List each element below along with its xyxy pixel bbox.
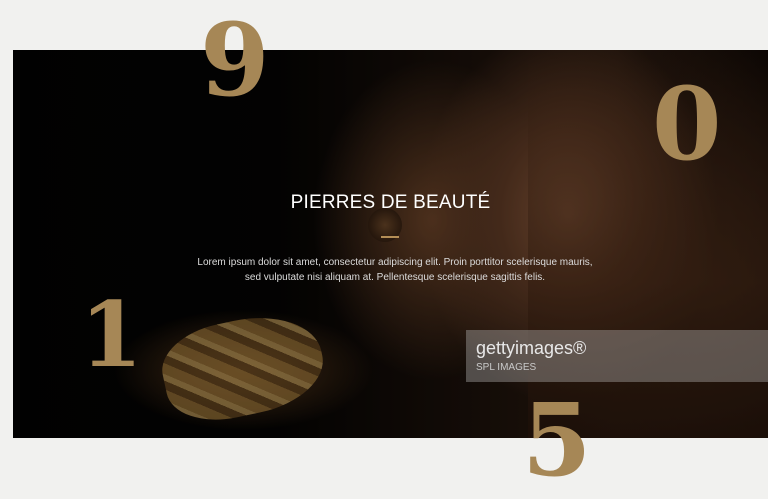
hero-description: Lorem ipsum dolor sit amet, consectetur …: [197, 257, 593, 283]
getty-credit: SPL IMAGES: [476, 362, 537, 373]
decorative-number-5: 5: [522, 381, 592, 499]
hero-title: PIERRES DE BEAUTÉ: [290, 192, 491, 213]
getty-logo: gettyimages®: [476, 338, 587, 358]
getty-watermark: gettyimages® SPL IMAGES: [466, 330, 768, 382]
decorative-number-9: 9: [200, 1, 270, 119]
decorative-number-0: 0: [652, 65, 722, 183]
title-divider: [381, 236, 399, 238]
decorative-number-1: 1: [80, 282, 143, 388]
